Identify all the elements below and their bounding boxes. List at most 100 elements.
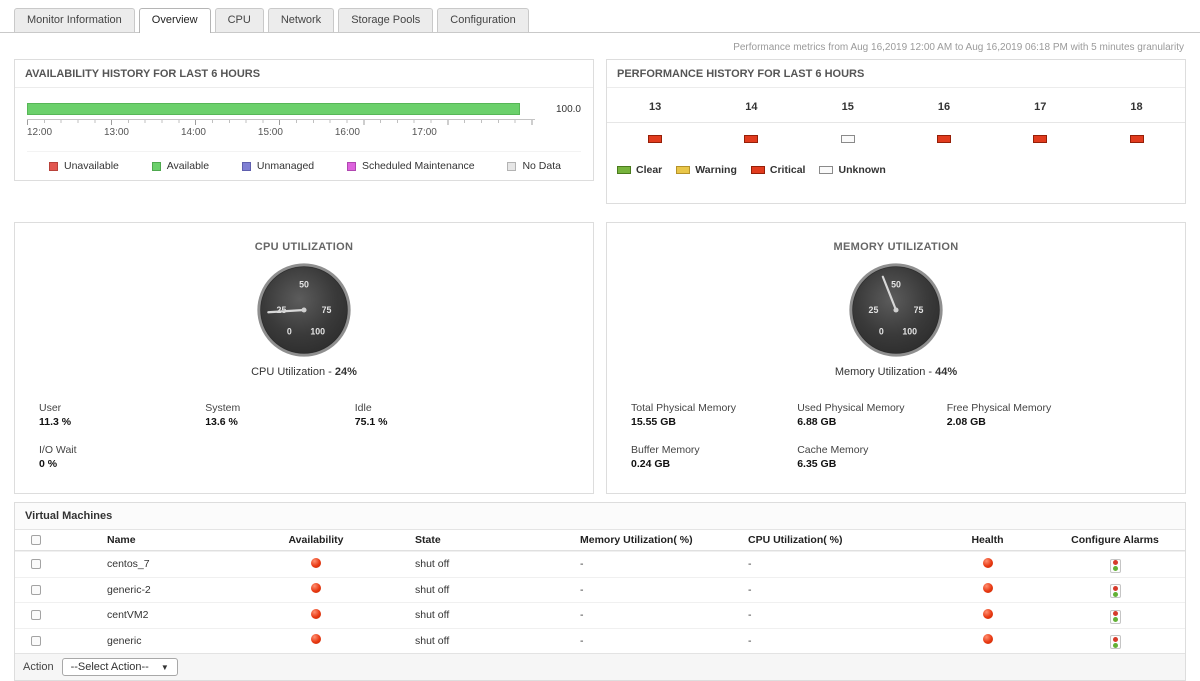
configure-alarms-cell — [1045, 552, 1185, 577]
row-checkbox[interactable] — [31, 636, 41, 646]
gauge-tick-75: 75 — [322, 305, 332, 315]
legend-item-unmanaged: Unmanaged — [242, 160, 314, 172]
configure-alarms-icon[interactable] — [1110, 610, 1121, 624]
stat-value: 0 % — [39, 458, 205, 470]
hour-label-17: 17 — [992, 101, 1088, 113]
stat-system: System13.6 % — [205, 402, 355, 428]
table-row-centvm2: centVM2shut off-- — [15, 602, 1185, 628]
configure-alarms-icon[interactable] — [1110, 635, 1121, 649]
alarm-red-dot — [1113, 611, 1118, 616]
row-checkbox-cell — [15, 580, 57, 600]
row-checkbox-cell — [15, 631, 57, 651]
health-status-icon — [983, 634, 993, 644]
health-cell — [930, 579, 1045, 600]
alarm-green-dot — [1113, 617, 1118, 622]
vm-memory-utilization: - — [540, 554, 708, 574]
stat-label: Free Physical Memory — [947, 402, 1185, 414]
availability-panel-title: AVAILABILITY HISTORY FOR LAST 6 HOURS — [15, 60, 593, 88]
vm-name[interactable]: generic-2 — [57, 580, 257, 600]
vm-memory-utilization: - — [540, 631, 708, 651]
legend-label: Unmanaged — [257, 160, 314, 172]
tab-network[interactable]: Network — [268, 8, 334, 32]
row-checkbox[interactable] — [31, 585, 41, 595]
cpu-panel-title: CPU UTILIZATION — [15, 241, 593, 253]
hour-status-cell — [800, 134, 896, 146]
availability-cell — [257, 630, 375, 651]
tab-cpu[interactable]: CPU — [215, 8, 264, 32]
vm-name[interactable]: generic — [57, 631, 257, 651]
alarm-red-dot — [1113, 586, 1118, 591]
stat-label: Buffer Memory — [631, 444, 797, 456]
col-header-cpu: CPU Utilization( %) — [708, 530, 930, 550]
axis-tick-label: 14:00 — [181, 127, 258, 138]
vm-cpu-utilization: - — [708, 554, 930, 574]
stat-cache-memory: Cache Memory 6.35 GB — [797, 444, 947, 470]
tab-configuration[interactable]: Configuration — [437, 8, 528, 32]
stat-label: I/O Wait — [39, 444, 205, 456]
legend-item-warning: Warning — [676, 164, 737, 176]
hour-label-18: 18 — [1088, 101, 1184, 113]
cpu-gauge: 50 25 75 0 100 — [255, 261, 353, 359]
legend-label: Unavailable — [64, 160, 119, 172]
availability-bar — [27, 103, 520, 115]
status-square-critical — [937, 135, 951, 143]
stat-label: Idle — [355, 402, 593, 414]
tab-monitor-information[interactable]: Monitor Information — [14, 8, 135, 32]
status-square-critical — [1033, 135, 1047, 143]
row-checkbox[interactable] — [31, 610, 41, 620]
hour-label-16: 16 — [896, 101, 992, 113]
gauge-tick-100: 100 — [310, 327, 325, 337]
axis-tick-label: 16:00 — [335, 127, 412, 138]
gauge-tick-100: 100 — [902, 327, 917, 337]
gauge-tick-50: 50 — [299, 279, 309, 289]
alarm-red-dot — [1113, 560, 1118, 565]
performance-hour-labels: 131415161718 — [607, 101, 1185, 123]
availability-value: 100.0 — [535, 103, 581, 115]
stat-value: 6.35 GB — [797, 458, 947, 470]
metrics-note: Performance metrics from Aug 16,2019 12:… — [0, 33, 1200, 59]
select-all-checkbox[interactable] — [31, 535, 41, 545]
stat-label: Total Physical Memory — [631, 402, 797, 414]
vm-name[interactable]: centos_7 — [57, 554, 257, 574]
table-header-row: Name Availability State Memory Utilizati… — [15, 530, 1185, 551]
stat-value: 15.55 GB — [631, 416, 797, 428]
availability-panel: AVAILABILITY HISTORY FOR LAST 6 HOURS 12… — [14, 59, 594, 181]
vm-state: shut off — [375, 605, 540, 625]
legend-item-scheduled-maintenance: Scheduled Maintenance — [347, 160, 475, 172]
tab-storage-pools[interactable]: Storage Pools — [338, 8, 433, 32]
col-header-health: Health — [930, 530, 1045, 550]
vm-name[interactable]: centVM2 — [57, 605, 257, 625]
cpu-gauge-caption: CPU Utilization - 24% — [15, 366, 593, 378]
table-footer: Action --Select Action-- ▼ — [15, 653, 1185, 680]
legend-label: Critical — [770, 164, 806, 176]
configure-alarms-cell — [1045, 603, 1185, 628]
stat-buffer-memory: Buffer Memory0.24 GB — [631, 444, 797, 470]
availability-axis-ticks — [27, 119, 535, 125]
health-cell — [930, 605, 1045, 626]
col-header-availability: Availability — [257, 530, 375, 550]
configure-alarms-icon[interactable] — [1110, 559, 1121, 573]
axis-tick-label: 17:00 — [412, 127, 489, 138]
vm-memory-utilization: - — [540, 580, 708, 600]
caret-down-icon: ▼ — [161, 663, 169, 672]
axis-tick-label: 12:00 — [27, 127, 104, 138]
cpu-stats: User11.3 %System13.6 %Idle75.1 %I/O Wait… — [15, 402, 593, 470]
alarm-green-dot — [1113, 592, 1118, 597]
configure-alarms-cell — [1045, 578, 1185, 603]
axis-tick-label: 15:00 — [258, 127, 335, 138]
axis-tick-label: 13:00 — [104, 127, 181, 138]
alarm-green-dot — [1113, 566, 1118, 571]
hour-status-cell — [703, 134, 799, 146]
gauge-tick-25: 25 — [277, 305, 287, 315]
configure-alarms-icon[interactable] — [1110, 584, 1121, 598]
stat-value: 13.6 % — [205, 416, 355, 428]
gauge-tick-25: 25 — [869, 305, 879, 315]
memory-gauge-caption: Memory Utilization - 44% — [607, 366, 1185, 378]
stat-label: Cache Memory — [797, 444, 947, 456]
row-checkbox[interactable] — [31, 559, 41, 569]
availability-axis-labels: 12:0013:0014:0015:0016:0017:00 — [27, 127, 489, 138]
tab-overview[interactable]: Overview — [139, 8, 211, 33]
availability-status-icon — [311, 583, 321, 593]
action-select[interactable]: --Select Action-- ▼ — [62, 658, 178, 676]
legend-swatch — [49, 162, 58, 171]
